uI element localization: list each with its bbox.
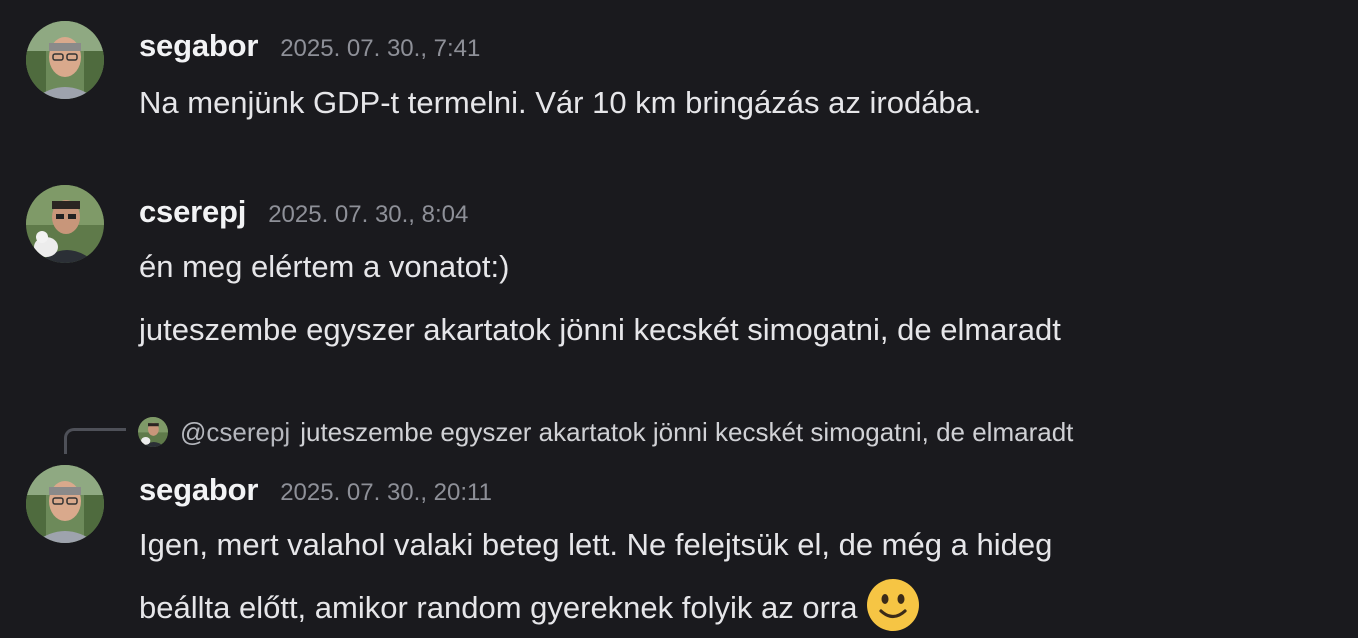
timestamp: 2025. 07. 30., 8:04 <box>268 201 469 228</box>
reply-connector <box>64 428 126 454</box>
reply-preview[interactable]: @cserepj juteszembe egyszer akartatok jö… <box>138 414 1073 450</box>
user-avatar[interactable] <box>26 21 104 99</box>
reply-avatar <box>138 417 168 447</box>
reply-text[interactable]: juteszembe egyszer akartatok jönni kecsk… <box>300 417 1073 448</box>
message-text: én meg elértem a vonatot:) <box>139 249 510 284</box>
timestamp: 2025. 07. 30., 7:41 <box>280 35 481 62</box>
user-avatar[interactable] <box>26 465 104 543</box>
timestamp: 2025. 07. 30., 20:11 <box>280 479 492 506</box>
reply-mention[interactable]: @cserepj <box>180 417 290 448</box>
slightly-smiling-face-icon[interactable] <box>866 578 920 632</box>
avatar-cserepj-icon <box>138 417 168 447</box>
user-avatar[interactable] <box>26 185 104 263</box>
avatar-cserepj-icon <box>26 185 104 263</box>
message-text: Igen, mert valahol valaki beteg lett. Ne… <box>139 527 1053 562</box>
username[interactable]: segabor <box>139 28 258 64</box>
message-text: beállta előtt, amikor random gyereknek f… <box>139 590 858 625</box>
message-text-line-2: beállta előtt, amikor random gyereknek f… <box>139 578 920 632</box>
avatar-segabor-icon <box>26 21 104 99</box>
username[interactable]: segabor <box>139 472 258 508</box>
message-text: juteszembe egyszer akartatok jönni kecsk… <box>139 312 1061 347</box>
username[interactable]: cserepj <box>139 194 246 230</box>
message-text: Na menjünk GDP-t termelni. Vár 10 km bri… <box>139 85 982 120</box>
avatar-segabor-icon <box>26 465 104 543</box>
